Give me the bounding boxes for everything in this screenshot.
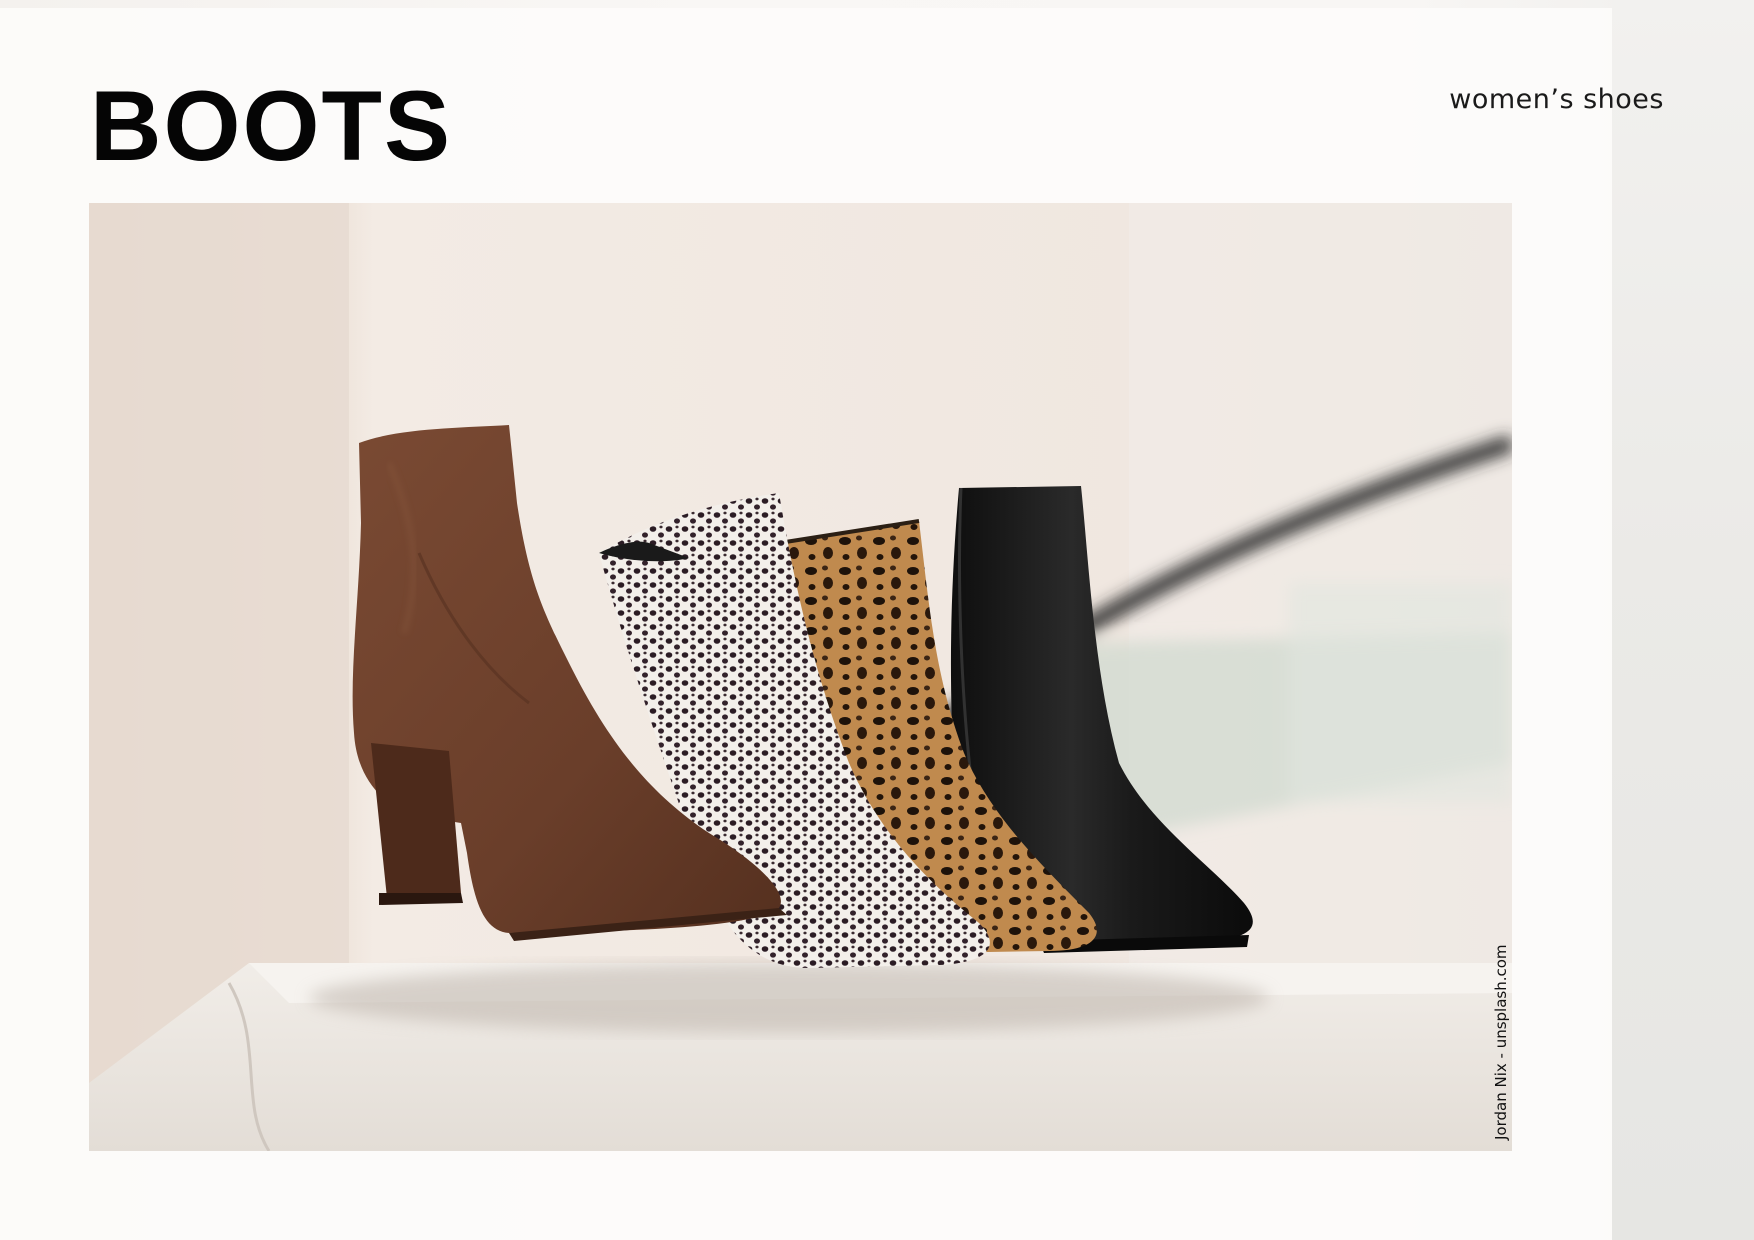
boots-photo (89, 203, 1512, 1151)
photo-credit: Jordan Nix - unsplash.com (1492, 944, 1510, 1140)
right-margin-blur (1612, 0, 1754, 1240)
boots-illustration (89, 203, 1512, 1151)
page-title: BOOTS (90, 70, 453, 181)
page-subtitle: women’s shoes (1449, 84, 1664, 115)
